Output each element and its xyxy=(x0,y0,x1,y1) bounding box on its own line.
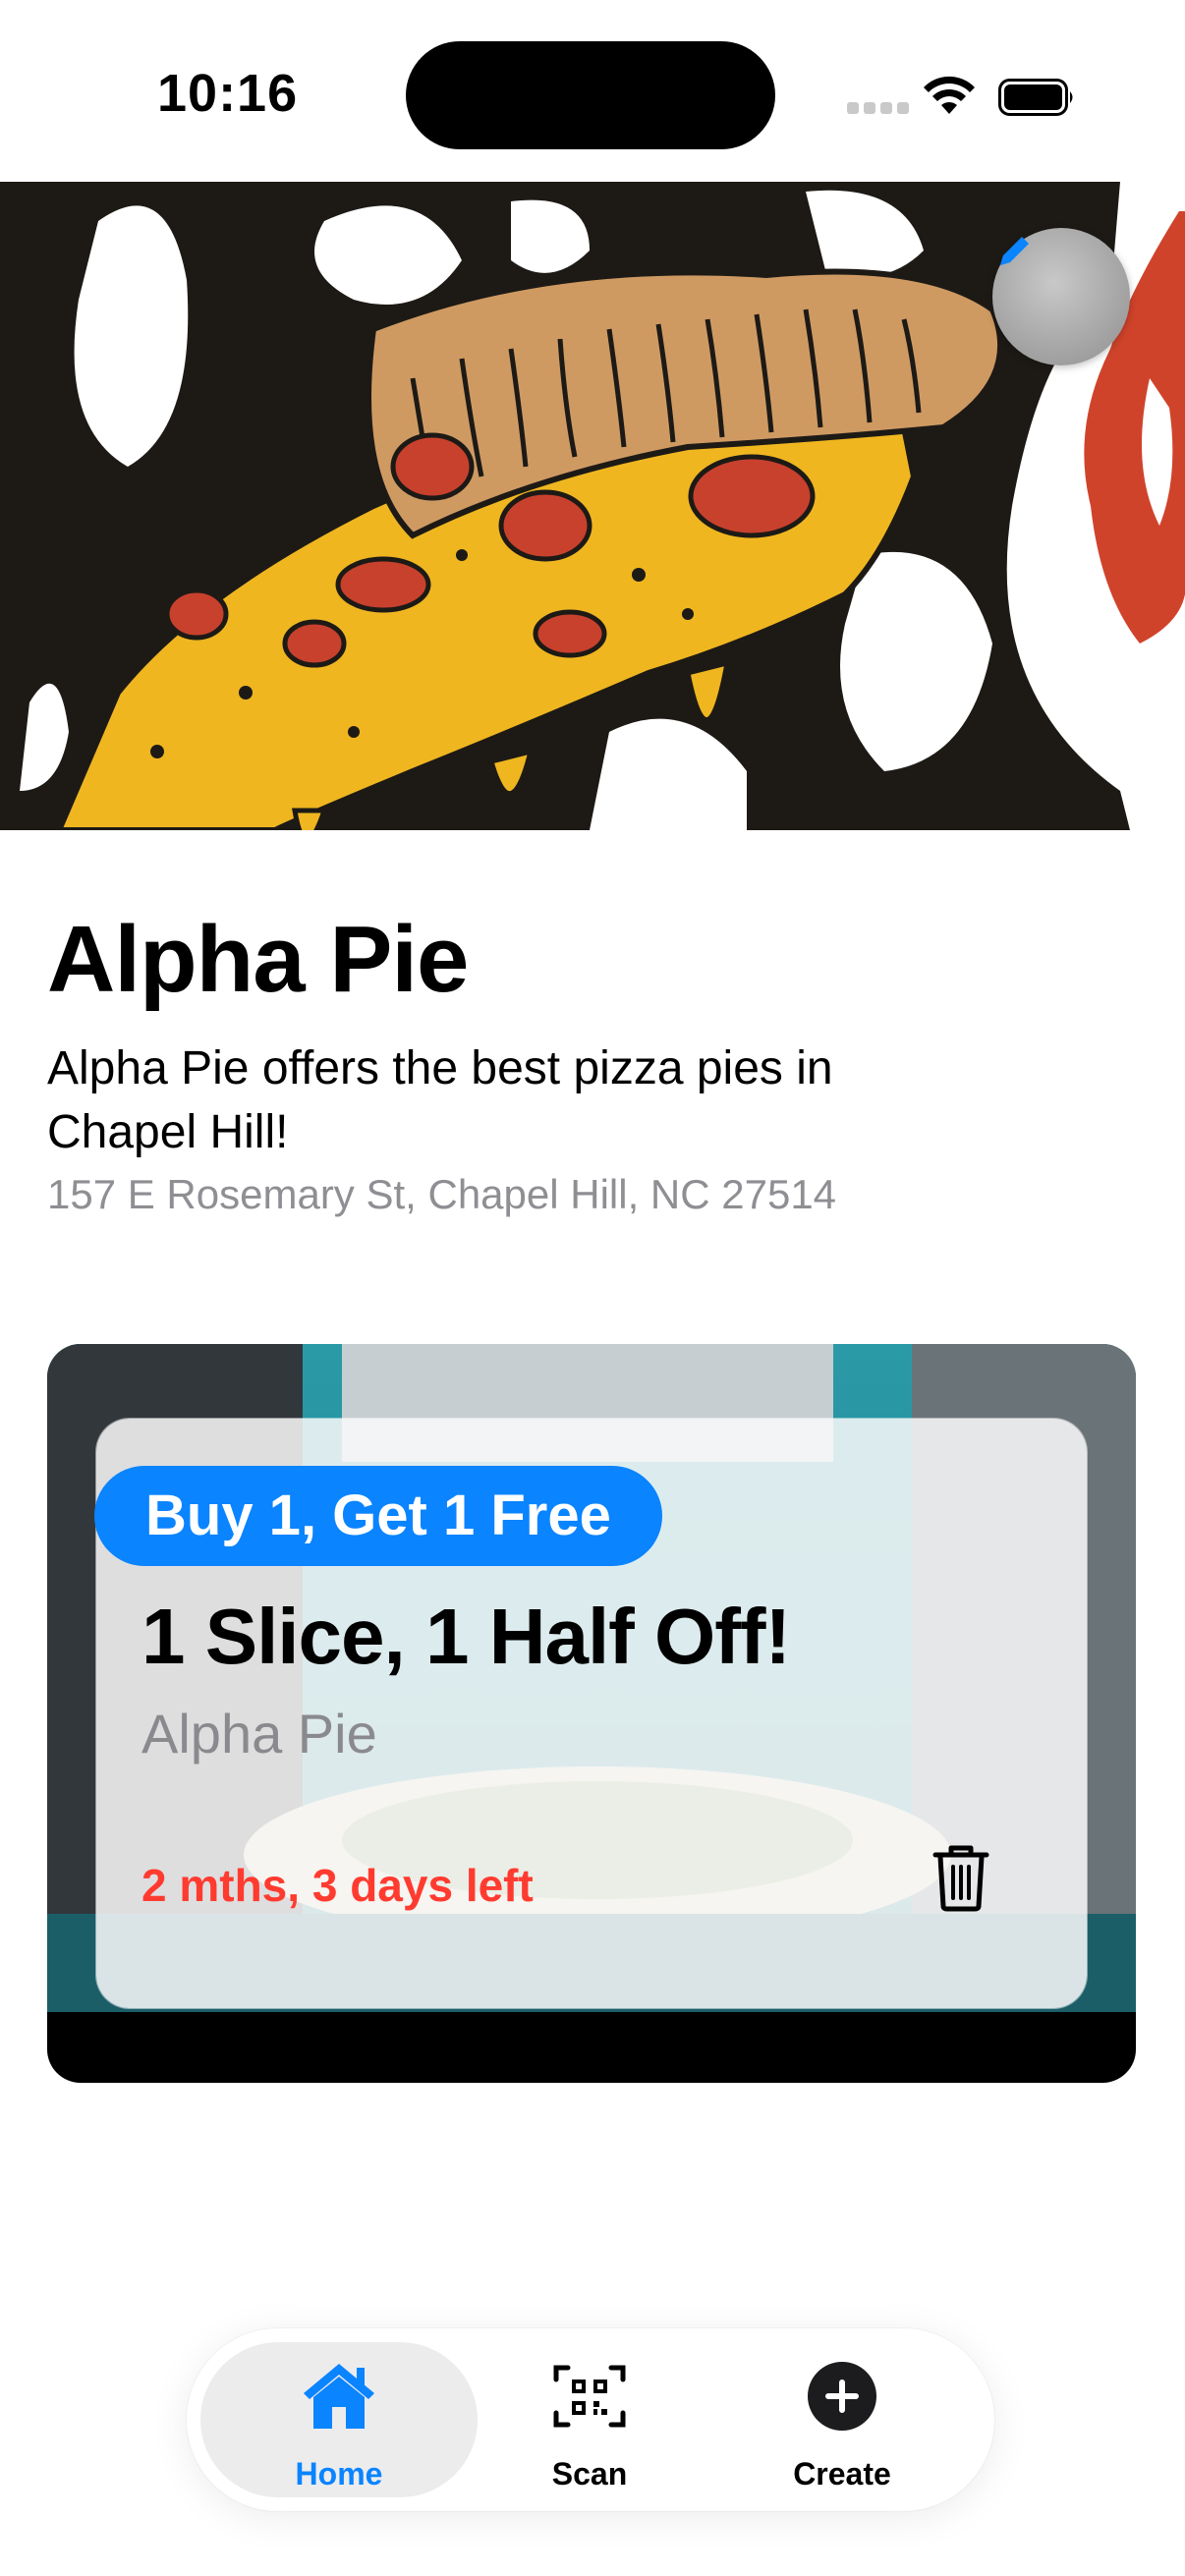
battery-icon xyxy=(998,79,1073,116)
tab-home[interactable]: Home xyxy=(221,2350,457,2497)
wifi-icon xyxy=(924,76,975,114)
dynamic-island xyxy=(406,41,775,149)
deal-title: 1 Slice, 1 Half Off! xyxy=(141,1593,791,1680)
restaurant-hero-image xyxy=(0,182,1185,830)
status-time: 10:16 xyxy=(157,64,299,123)
status-bar: 10:16 xyxy=(0,0,1185,182)
deal-time-left: 2 mths, 3 days left xyxy=(141,1860,534,1911)
tab-create-label: Create xyxy=(793,2456,891,2492)
tab-scan[interactable]: Scan xyxy=(472,2350,707,2497)
deal-vendor: Alpha Pie xyxy=(141,1703,377,1764)
house-icon xyxy=(304,2364,374,2429)
trash-icon[interactable] xyxy=(931,1843,990,1912)
qr-scan-icon xyxy=(553,2365,626,2428)
tab-bar: Home Scan Create xyxy=(187,2328,994,2511)
plus-circle-icon xyxy=(808,2362,876,2431)
cellular-signal-icon xyxy=(847,101,914,119)
restaurant-description: Alpha Pie offers the best pizza pies in … xyxy=(47,1042,833,1158)
restaurant-name: Alpha Pie xyxy=(47,907,469,1012)
tab-create[interactable]: Create xyxy=(724,2350,960,2497)
restaurant-address: 157 E Rosemary St, Chapel Hill, NC 27514 xyxy=(47,1171,837,1217)
tab-scan-label: Scan xyxy=(551,2456,628,2492)
deal-badge: Buy 1, Get 1 Free xyxy=(94,1466,662,1566)
pencil-icon xyxy=(1000,237,1029,265)
edit-button[interactable] xyxy=(992,228,1130,365)
tab-home-label: Home xyxy=(295,2456,383,2492)
